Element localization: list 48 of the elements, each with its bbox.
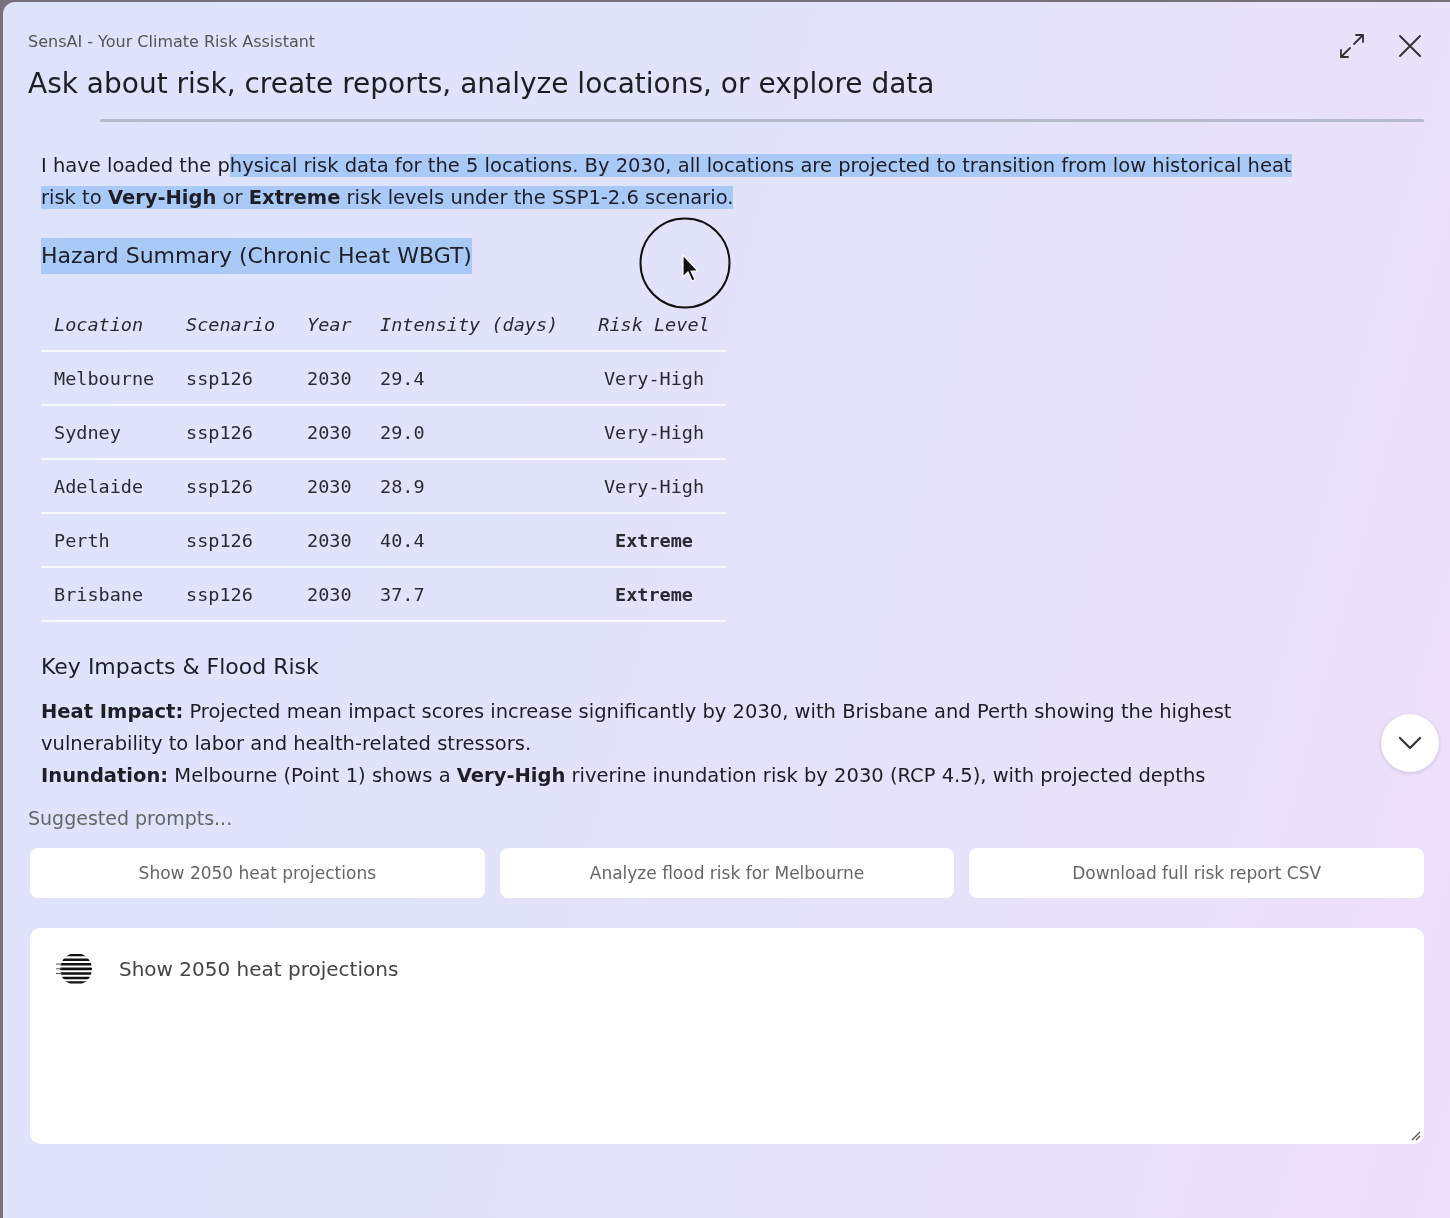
table-cell: 40.4	[380, 529, 425, 551]
table-cell: Very-High	[603, 421, 705, 443]
table-cell: Perth	[54, 529, 110, 551]
prompt-button[interactable]: Analyze flood risk for Melbourne	[499, 848, 955, 898]
table-cell: Very-High	[603, 367, 705, 389]
table-cell: Brisbane	[54, 583, 144, 605]
column-header: Year	[307, 313, 352, 335]
table-cell: 2030	[307, 529, 352, 551]
table-cell: 29.0	[380, 421, 425, 443]
mouse-cursor-icon	[639, 217, 731, 309]
column-header: Risk Level	[598, 313, 710, 335]
column-header: Scenario	[186, 313, 276, 335]
table-cell: 2030	[307, 421, 352, 443]
table-cell: Sydney	[54, 421, 121, 443]
table-cell: 2030	[307, 583, 352, 605]
table-cell: 37.7	[380, 583, 425, 605]
section-heading: Hazard Summary (Chronic Heat WBGT)	[41, 238, 472, 274]
resize-grip-icon[interactable]	[1409, 1129, 1421, 1141]
table-cell: Extreme	[615, 529, 693, 551]
table-cell: Extreme	[615, 583, 693, 605]
dialog-title: Ask about risk, create reports, analyze locations, or explore data	[28, 66, 935, 102]
impact-paragraph: Inundation: Melbourne (Point 1) shows a Very-High riverine inundation risk by 2030 (RCP 4.5), with projected depths	[41, 763, 1207, 789]
close-icon[interactable]	[1398, 34, 1422, 58]
table-cell: Adelaide	[54, 475, 144, 497]
table-cell: Melbourne	[54, 367, 155, 389]
table-cell: ssp126	[186, 529, 253, 551]
table-cell: 28.9	[380, 475, 425, 497]
table-cell: ssp126	[186, 421, 253, 443]
column-header: Location	[54, 313, 144, 335]
table-cell: ssp126	[186, 583, 253, 605]
table-cell: Very-High	[603, 475, 705, 497]
table-cell: 29.4	[380, 367, 425, 389]
message-input[interactable]: Show 2050 heat projections	[30, 928, 1424, 1144]
dialog-subtitle: SensAI - Your Climate Risk Assistant	[28, 31, 317, 53]
prompt-button[interactable]: Show 2050 heat projections	[30, 848, 485, 898]
table-cell: ssp126	[186, 475, 253, 497]
prompt-button[interactable]: Download full risk report CSV	[969, 848, 1424, 898]
expand-icon[interactable]	[1339, 33, 1365, 59]
table-cell: ssp126	[186, 367, 253, 389]
table-cell: 2030	[307, 475, 352, 497]
column-header: Intensity (days)	[380, 313, 559, 335]
table-cell: 2030	[307, 367, 352, 389]
impact-paragraph: Heat Impact: Projected mean impact scores increase significantly by 2030, with Brisbane and Perth showing the highest vulnerability to labor and health-related stressors.	[41, 699, 1233, 757]
chevron-down-icon	[1398, 736, 1422, 750]
section-heading: Key Impacts & Flood Risk	[41, 653, 319, 681]
suggested-prompts-label: Suggested prompts...	[28, 806, 234, 831]
striped-sphere-icon	[55, 952, 93, 986]
message-text: I have loaded the physical risk data for the 5 locations. By 2030, all locations are projected to transition from low historical heat risk to Very-High or Extreme risk levels under the SSP1-2.6 scenario.	[41, 153, 1293, 211]
